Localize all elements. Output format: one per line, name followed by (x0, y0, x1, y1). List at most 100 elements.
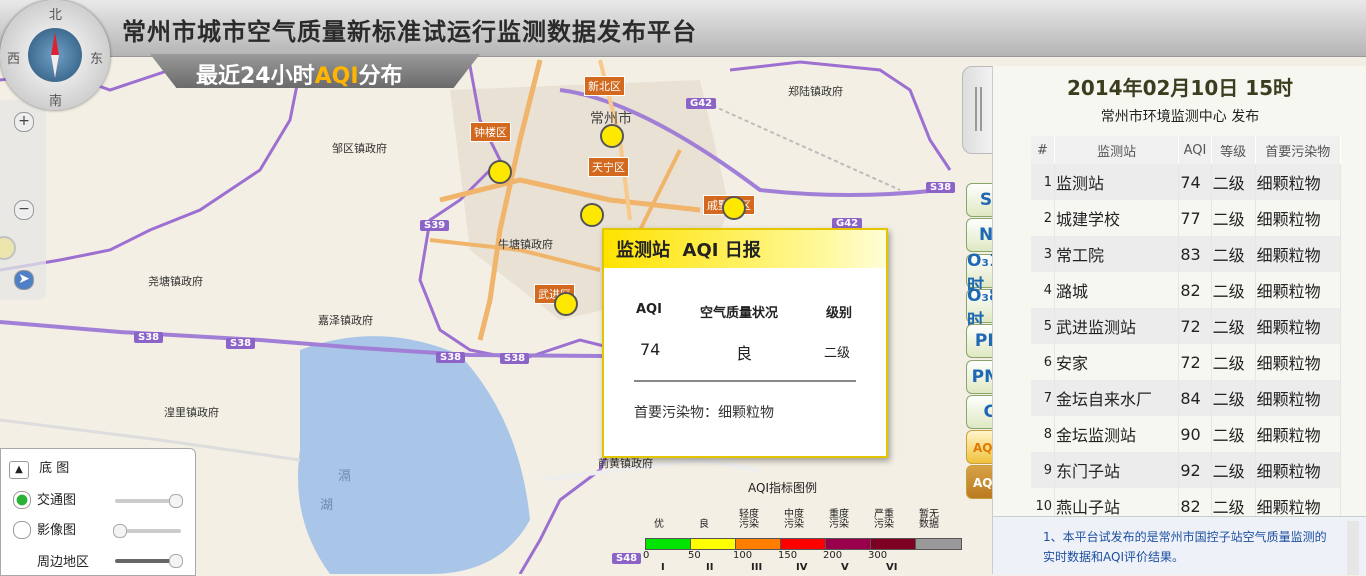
aqi-value: 77 (1178, 200, 1212, 236)
table-row[interactable]: 4 潞城 82 二级 细颗粒物 (1031, 272, 1342, 308)
panel-toggle-handle[interactable] (962, 66, 996, 154)
station-marker[interactable] (722, 196, 746, 220)
column-header[interactable]: 首要污染物 (1255, 136, 1342, 164)
radio-traffic-map[interactable] (13, 491, 31, 509)
primary-pollutant: 细颗粒物 (1255, 380, 1342, 416)
slider-knob[interactable] (169, 554, 183, 568)
column-header[interactable]: 等级 (1211, 136, 1256, 164)
legend-number: 0 (643, 550, 650, 561)
row-index: 7 (1031, 380, 1055, 416)
grade-value: 二级 (1211, 452, 1256, 488)
popup-primary-pollutant: 首要污染物：细颗粒物 (634, 405, 774, 421)
district-label: 钟楼区 (470, 122, 511, 142)
station-marker[interactable] (554, 292, 578, 316)
legend-color-swatch (645, 538, 692, 550)
report-date: 2014年02月10日 15时 (1066, 76, 1294, 100)
table-row[interactable]: 5 武进监测站 72 二级 细颗粒物 (1031, 308, 1342, 344)
legend-roman: IV (796, 562, 808, 573)
station-name: 常工院 (1054, 236, 1180, 272)
legend-color-swatch (735, 538, 782, 550)
station-name: 城建学校 (1054, 200, 1180, 236)
legend-roman: I (661, 562, 665, 573)
legend-color-swatch (690, 538, 737, 550)
grade-value: 二级 (1211, 236, 1256, 272)
compass-rose[interactable]: 北 南 东 西 (0, 0, 110, 110)
station-marker[interactable] (580, 203, 604, 227)
legend-roman: III (751, 562, 763, 573)
row-index: 8 (1031, 416, 1055, 452)
header-bar: 常州市城市空气质量新标准试运行监测数据发布平台 (0, 0, 1366, 57)
popup-status-value: 良 (736, 344, 753, 363)
popup-divider (634, 380, 856, 382)
zoom-in-icon[interactable]: + (14, 112, 34, 132)
station-name: 安家 (1054, 344, 1180, 380)
column-header[interactable]: 监测站 (1054, 136, 1180, 164)
slider-knob[interactable] (169, 494, 183, 508)
station-marker[interactable] (488, 160, 512, 184)
notice-scrollbar[interactable] (1347, 521, 1359, 575)
row-index: 6 (1031, 344, 1055, 380)
opacity-slider[interactable] (115, 554, 183, 568)
legend-label: 优 (654, 519, 664, 530)
table-row[interactable]: 9 东门子站 92 二级 细颗粒物 (1031, 452, 1342, 488)
collapse-icon[interactable]: ▲ (9, 461, 29, 479)
zoom-bar: + − ➤ (0, 100, 46, 300)
table-row[interactable]: 7 金坛自来水厂 84 二级 细颗粒物 (1031, 380, 1342, 416)
banner-title: 最近24小时AQI分布 (196, 58, 403, 90)
popup-header-status: 空气质量状况 (700, 306, 779, 321)
station-name: 武进监测站 (1054, 308, 1180, 344)
primary-pollutant: 细颗粒物 (1255, 308, 1342, 344)
table-row[interactable]: 3 常工院 83 二级 细颗粒物 (1031, 236, 1342, 272)
aqi-value: 90 (1178, 416, 1212, 452)
radio-satellite-map[interactable] (13, 521, 31, 539)
grade-value: 二级 (1211, 200, 1256, 236)
grade-value: 二级 (1211, 164, 1256, 200)
district-label: 新北区 (584, 76, 625, 96)
station-table: # 监测站 AQI 等级 首要污染物 1 监测站 74 二级 细颗粒物 2 城建学校 77 二级… (1031, 136, 1342, 524)
column-header[interactable]: AQI (1178, 136, 1212, 164)
legend-color-swatch (780, 538, 827, 550)
compass-east: 东 (90, 52, 104, 67)
legend-roman: VI (886, 562, 898, 573)
place-label: 湟里镇政府 (164, 406, 219, 419)
highway-shield: S38 (436, 352, 466, 363)
lake-label: 湖 (320, 498, 334, 513)
legend-color-swatch (915, 538, 962, 550)
popup-header-aqi: AQI (636, 302, 662, 317)
legend-label: 轻度 污染 (739, 509, 759, 530)
table-row[interactable]: 6 安家 72 二级 细颗粒物 (1031, 344, 1342, 380)
opacity-slider[interactable] (113, 524, 181, 538)
compass-west: 西 (7, 52, 21, 67)
aqi-value: 82 (1178, 272, 1212, 308)
legend-roman: II (706, 562, 714, 573)
highway-shield: S38 (134, 332, 164, 343)
column-header[interactable]: # (1031, 136, 1055, 164)
grade-value: 二级 (1211, 272, 1256, 308)
slider-knob[interactable] (113, 524, 127, 538)
popup-aqi-value: 74 (640, 340, 661, 359)
popup-title-suffix: AQI 日报 (682, 240, 761, 261)
legend-number: 100 (733, 550, 753, 561)
primary-pollutant: 细颗粒物 (1255, 452, 1342, 488)
table-row[interactable]: 1 监测站 74 二级 细颗粒物 (1031, 164, 1342, 200)
lake-label: 滆 (338, 469, 352, 484)
compass-needle-icon[interactable] (28, 28, 82, 82)
compass-south: 南 (49, 94, 63, 109)
legend-roman: V (841, 562, 849, 573)
locate-icon[interactable]: ➤ (14, 270, 34, 290)
opacity-slider[interactable] (115, 494, 183, 508)
publisher: 常州市环境监测中心 发布 (1100, 109, 1260, 125)
highway-shield: S39 (420, 220, 450, 231)
row-index: 5 (1031, 308, 1055, 344)
compass-north: 北 (49, 8, 63, 23)
station-name: 金坛自来水厂 (1054, 380, 1180, 416)
basemap-title-row[interactable]: ▲ 底 图 (9, 457, 69, 479)
popup-title: 监测站 AQI 日报 (616, 236, 761, 262)
zoom-out-icon[interactable]: − (14, 200, 34, 220)
station-marker[interactable] (600, 124, 624, 148)
basemap-title: 底 图 (39, 461, 70, 476)
table-row[interactable]: 2 城建学校 77 二级 细颗粒物 (1031, 200, 1342, 236)
legend-number: 150 (778, 550, 798, 561)
table-row[interactable]: 8 金坛监测站 90 二级 细颗粒物 (1031, 416, 1342, 452)
place-label: 郑陆镇政府 (788, 85, 843, 98)
